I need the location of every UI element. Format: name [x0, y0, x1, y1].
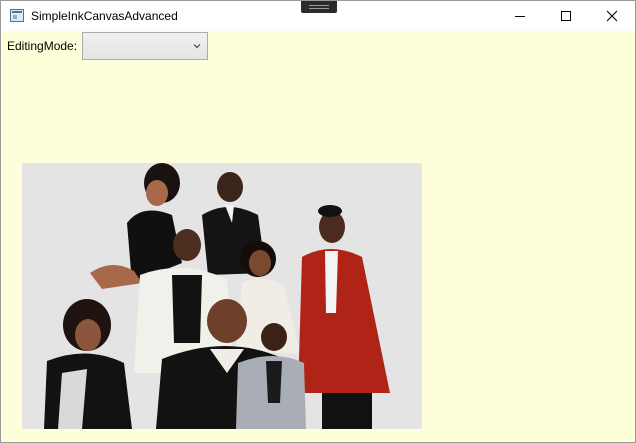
close-button[interactable]	[589, 1, 635, 31]
minimize-icon	[515, 15, 525, 17]
editing-mode-label: EditingMode:	[7, 39, 78, 53]
editing-mode-combobox[interactable]	[82, 32, 208, 60]
maximize-icon	[561, 11, 571, 21]
maximize-button[interactable]	[543, 1, 589, 31]
ink-canvas[interactable]: EditingMode:	[1, 31, 635, 442]
close-icon	[606, 10, 618, 22]
family-photo-illustration	[22, 163, 422, 429]
title-bar[interactable]: SimpleInkCanvasAdvanced	[1, 1, 635, 31]
chevron-down-icon	[193, 44, 201, 49]
app-icon	[10, 9, 24, 22]
app-window: SimpleInkCanvasAdvanced EditingMode:	[0, 0, 636, 443]
minimize-button[interactable]	[497, 1, 543, 31]
drag-handle-icon[interactable]	[301, 1, 337, 13]
family-photo[interactable]	[22, 163, 422, 429]
window-title: SimpleInkCanvasAdvanced	[31, 9, 178, 23]
